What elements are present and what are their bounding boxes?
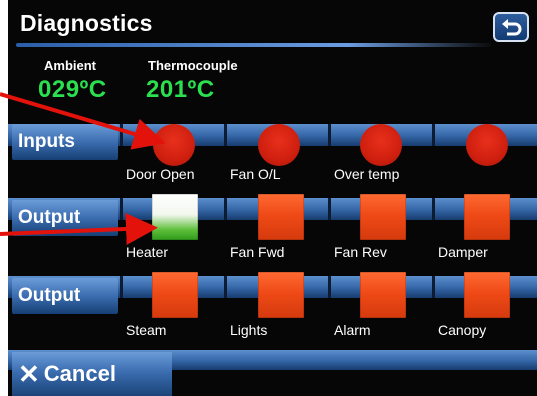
- device-photo: Diagnostics Ambient 029ºC Thermocouple 2…: [0, 0, 537, 396]
- fan-rev-label: Fan Rev: [334, 244, 387, 260]
- door-open-led: [153, 124, 195, 166]
- ambient-value: 029ºC: [38, 76, 107, 103]
- close-x-icon: ✕: [18, 359, 40, 389]
- thermocouple-value: 201ºC: [146, 76, 215, 103]
- steam-label: Steam: [126, 322, 167, 338]
- alarm-toggle[interactable]: [360, 272, 406, 318]
- back-button[interactable]: [493, 12, 529, 42]
- heater-toggle[interactable]: [152, 194, 198, 240]
- door-open-label: Door Open: [126, 166, 195, 182]
- cancel-label: Cancel: [43, 361, 116, 386]
- alarm-label: Alarm: [334, 322, 371, 338]
- damper-toggle[interactable]: [464, 194, 510, 240]
- steam-toggle[interactable]: [152, 272, 198, 318]
- output-row-1-label: Output: [12, 200, 118, 236]
- diagnostics-screen: Diagnostics Ambient 029ºC Thermocouple 2…: [8, 0, 537, 396]
- input-4-led: [466, 124, 508, 166]
- over-temp-label: Over temp: [334, 166, 400, 182]
- thermocouple-label: Thermocouple: [148, 58, 238, 73]
- inputs-row-label: Inputs: [12, 124, 118, 160]
- damper-label: Damper: [438, 244, 488, 260]
- heater-label: Heater: [126, 244, 169, 260]
- output-row-2-label: Output: [12, 278, 118, 314]
- lights-toggle[interactable]: [258, 272, 304, 318]
- fan-fwd-toggle[interactable]: [258, 194, 304, 240]
- fan-rev-toggle[interactable]: [360, 194, 406, 240]
- fan-overload-led: [258, 124, 300, 166]
- title-underline: [16, 43, 491, 47]
- return-arrow-icon: [502, 19, 522, 36]
- over-temp-led: [360, 124, 402, 166]
- canopy-toggle[interactable]: [464, 272, 510, 318]
- lights-label: Lights: [230, 322, 268, 338]
- fan-fwd-label: Fan Fwd: [230, 244, 285, 260]
- fan-overload-label: Fan O/L: [230, 166, 281, 182]
- cancel-button[interactable]: ✕ Cancel: [12, 352, 172, 396]
- ambient-label: Ambient: [44, 58, 96, 73]
- canopy-label: Canopy: [438, 322, 487, 338]
- page-title: Diagnostics: [20, 10, 153, 36]
